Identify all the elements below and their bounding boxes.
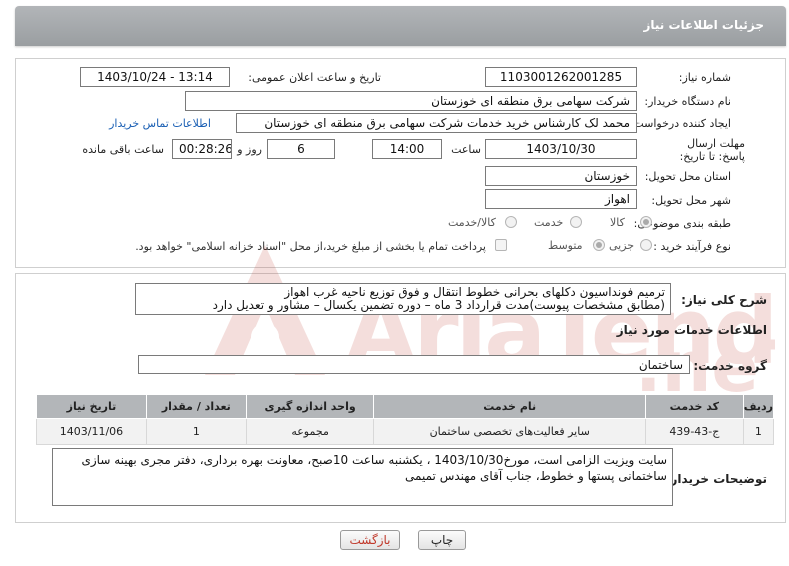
back-button[interactable]: بازگشت <box>340 530 400 550</box>
service-group-field: ساختمان <box>138 355 690 374</box>
announce-datetime-field: 1403/10/24 - 13:14 <box>80 67 230 87</box>
need-number-field: 1103001262001285 <box>485 67 637 87</box>
col-need-date: تاریخ نیاز <box>36 394 147 419</box>
category-radio-goods-service[interactable] <box>505 216 517 228</box>
announce-label: تاریخ و ساعت اعلان عمومی: <box>248 71 381 84</box>
cell-service-name: سایر فعالیت‌های تخصصی ساختمان <box>373 418 646 445</box>
category-option-service: خدمت <box>534 216 564 229</box>
description-line-2: (مطابق مشخصات پیوست)مدت قرارداد 3 ماه – … <box>212 298 665 312</box>
print-button[interactable]: چاپ <box>418 530 466 550</box>
cell-quantity: 1 <box>145 418 247 445</box>
description-field: ترمیم فونداسیون دکلهای بحرانی خطوط انتقا… <box>135 283 671 315</box>
col-service-name: نام خدمت <box>373 394 646 419</box>
days-label: روز و <box>237 143 262 156</box>
buyer-org-label: نام دستگاه خریدار: <box>644 95 731 108</box>
process-radio-minor[interactable] <box>640 239 652 251</box>
category-option-goods-service: کالا/خدمت <box>448 216 496 229</box>
cell-unit: مجموعه <box>245 418 375 445</box>
buyer-notes-label: توضیحات خریدار: <box>665 472 767 486</box>
category-radio-service[interactable] <box>570 216 582 228</box>
cell-service-code: ج-43-439 <box>644 418 744 445</box>
process-type-label: نوع فرآیند خرید : <box>653 240 731 253</box>
process-radio-medium[interactable] <box>593 239 605 251</box>
buyer-contact-link[interactable]: اطلاعات تماس خریدار <box>109 117 211 130</box>
deadline-time-label: ساعت <box>451 143 481 156</box>
city-label: شهر محل تحویل: <box>651 194 731 207</box>
process-option-minor: جزیی <box>609 239 635 252</box>
deadline-date-field: 1403/10/30 <box>485 139 637 159</box>
remaining-time-field: 00:28:26 <box>172 139 232 159</box>
cell-row: 1 <box>742 418 775 445</box>
col-service-code: کد خدمت <box>644 394 744 419</box>
buyer-notes-line-1: سایت ویزیت الزامی است، مورخ1403/10/30 ، … <box>81 453 667 467</box>
need-number-label: شماره نیاز: <box>678 71 731 84</box>
col-unit: واحد اندازه گیری <box>245 394 375 419</box>
page-header: جزئیات اطلاعات نیاز <box>15 6 786 46</box>
deadline-label: مهلت ارسال پاسخ: تا تاریخ: <box>679 137 745 163</box>
table-row: 1 ج-43-439 سایر فعالیت‌های تخصصی ساختمان… <box>36 418 775 445</box>
services-table-header: ردیف کد خدمت نام خدمت واحد اندازه گیری ت… <box>36 394 775 419</box>
treasury-payment-note: پرداخت تمام یا بخشی از مبلغ خرید،از محل … <box>135 240 486 253</box>
days-field: 6 <box>267 139 335 159</box>
need-info-panel <box>15 58 786 268</box>
buyer-notes-line-2: ساختمانی پستها و خطوط، جناب آقای مهندس ت… <box>405 469 667 483</box>
service-group-label: گروه خدمت: <box>693 359 767 373</box>
buyer-notes-field: سایت ویزیت الزامی است، مورخ1403/10/30 ، … <box>52 448 673 506</box>
province-label: استان محل تحویل: <box>644 170 731 183</box>
services-section-title: اطلاعات خدمات مورد نیاز <box>616 323 767 337</box>
description-label: شرح کلی نیاز: <box>681 293 767 307</box>
creator-label: ایجاد کننده درخواست: <box>629 117 731 130</box>
page-title: جزئیات اطلاعات نیاز <box>643 18 764 32</box>
process-option-medium: متوسط <box>548 239 583 252</box>
city-field: اهواز <box>485 189 637 209</box>
services-table: ردیف کد خدمت نام خدمت واحد اندازه گیری ت… <box>36 394 775 445</box>
creator-field: محمد لک کارشناس خرید خدمات شرکت سهامی بر… <box>236 113 637 133</box>
remaining-label: ساعت باقی مانده <box>82 143 164 156</box>
col-quantity: تعداد / مقدار <box>145 394 247 419</box>
treasury-payment-checkbox[interactable] <box>495 239 507 251</box>
col-row: ردیف <box>742 394 775 419</box>
buyer-org-field: شرکت سهامی برق منطقه ای خوزستان <box>185 91 637 111</box>
category-radio-goods[interactable] <box>640 216 652 228</box>
deadline-time-field: 14:00 <box>372 139 442 159</box>
province-field: خوزستان <box>485 166 637 186</box>
cell-need-date: 1403/11/06 <box>36 418 147 445</box>
category-option-goods: کالا <box>610 216 625 229</box>
